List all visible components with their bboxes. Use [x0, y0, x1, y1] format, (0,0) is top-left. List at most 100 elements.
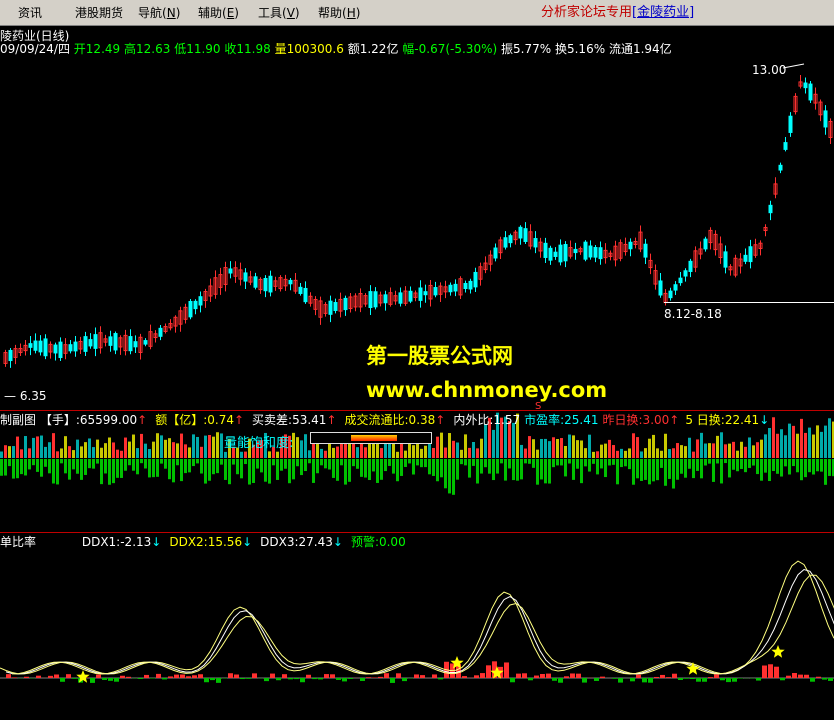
volume-bar	[188, 447, 191, 458]
ddx-bar	[696, 678, 701, 682]
volume-bar-lower	[196, 459, 199, 464]
ddx-bar	[6, 674, 11, 678]
volume-bar-lower	[508, 459, 511, 469]
candlestick-body	[583, 241, 588, 260]
volume-bar-lower	[80, 459, 83, 480]
volume-bar	[4, 445, 7, 458]
volume-label: 量	[274, 42, 287, 56]
volume-bar	[436, 436, 439, 458]
volume-bar-lower	[444, 459, 447, 489]
volume-bar	[640, 451, 643, 458]
volume-bar	[220, 433, 223, 458]
ddx-bar	[672, 673, 677, 678]
volume-bar-lower	[436, 459, 439, 482]
sub1-indicator-label: 内外比:1.57	[453, 413, 521, 427]
ddx-bar	[48, 675, 53, 678]
ddx-bar	[180, 674, 185, 678]
ddx-bar	[114, 678, 119, 682]
candlestick-body	[268, 275, 273, 293]
volume-bar	[64, 436, 67, 458]
volume-bar-lower	[484, 459, 487, 468]
volume-bar	[28, 448, 31, 458]
sub1-indicator-2: 买卖差:53.41↑	[252, 413, 336, 427]
volume-bar-lower	[272, 459, 275, 466]
candlestick-body	[723, 251, 728, 268]
volume-bar-lower	[748, 459, 751, 468]
volume-bar	[768, 428, 771, 458]
candlestick-body	[73, 341, 78, 352]
volume-bar	[728, 443, 731, 458]
sub2-indicator-label: DDX2:15.56	[169, 535, 243, 549]
volume-bar	[704, 443, 707, 458]
candlestick-body	[398, 292, 403, 304]
volume-bar-lower	[232, 459, 235, 465]
sub1-indicator-label: 成交流通比:0.38	[344, 413, 436, 427]
ddx-bar	[282, 674, 287, 678]
ddx-bar	[126, 676, 131, 678]
volume-bar-lower	[420, 459, 423, 468]
ddx-bar	[732, 678, 737, 682]
volume-bar	[204, 435, 207, 458]
volume-bar-lower	[364, 459, 367, 478]
volume-bar	[620, 448, 623, 458]
volume-bar-lower	[372, 459, 375, 472]
volume-bar	[624, 450, 627, 458]
volume-bar	[120, 450, 123, 458]
volume-bar-lower	[784, 459, 787, 467]
volume-bar-lower	[768, 459, 771, 482]
volume-bar-lower	[360, 459, 363, 477]
ddx-bar	[432, 674, 437, 678]
candlestick-body	[678, 277, 683, 284]
ddx-bar	[708, 677, 713, 678]
volume-bar-lower	[544, 459, 547, 484]
ddx-bar	[756, 678, 761, 681]
candlestick-body	[243, 272, 248, 282]
volume-bar	[60, 448, 63, 458]
volume-bar-lower	[724, 459, 727, 464]
ddx-bar	[210, 678, 215, 681]
volume-bar	[632, 433, 635, 458]
ddx-bar	[252, 673, 257, 678]
ddx-bar	[228, 673, 233, 678]
volume-bar	[484, 424, 487, 458]
trend-arrow-icon: ↑	[137, 413, 148, 427]
ddx-bar	[294, 678, 299, 680]
volume-bar	[780, 429, 783, 458]
volume-bar	[524, 448, 527, 458]
volume-bar	[324, 450, 327, 458]
volume-bar	[672, 448, 675, 458]
volume-bar-lower	[204, 459, 207, 484]
candlestick-body	[548, 247, 553, 261]
volume-bar	[128, 441, 131, 458]
trend-arrow-icon: ↑	[233, 413, 245, 427]
candlestick-body	[423, 291, 428, 296]
volume-bar-lower	[416, 459, 419, 466]
sub2-indicator-0: DDX1:-2.13↓	[82, 535, 162, 549]
volume-bar-lower	[680, 459, 683, 474]
volume-bar-lower	[728, 459, 731, 478]
candlestick-body	[658, 280, 663, 296]
volume-bar	[664, 433, 667, 458]
volume-bar-lower	[76, 459, 79, 474]
volume-bar-lower	[708, 459, 711, 464]
ddx-bar	[810, 678, 815, 682]
volume-bar-lower	[208, 459, 211, 481]
volume-bar-lower	[776, 459, 779, 474]
volume-bar-lower	[560, 459, 563, 466]
volume-bar	[796, 433, 799, 458]
volume-bar-lower	[612, 459, 615, 465]
volume-bar	[604, 443, 607, 458]
ddx-bar	[306, 674, 311, 678]
volume-bar-lower	[124, 459, 127, 471]
volume-bar	[736, 450, 739, 458]
volume-bar-lower	[712, 459, 715, 482]
volume-bar	[164, 439, 167, 458]
s-marker: S	[535, 401, 542, 412]
volume-bar-lower	[556, 459, 559, 466]
volume-bar-lower	[60, 459, 63, 464]
volume-bar	[512, 422, 515, 458]
volume-bar	[132, 434, 135, 458]
turnover-label: 换	[554, 42, 567, 56]
volume-bar-lower	[772, 459, 775, 472]
change-value: -0.67(-5.30%)	[414, 42, 498, 56]
